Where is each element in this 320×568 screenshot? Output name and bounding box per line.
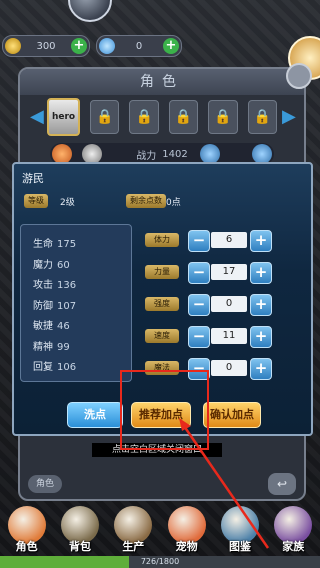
annotation-arrow-line — [182, 425, 270, 549]
annotation-arrow-head — [179, 418, 191, 431]
annotation-arrow — [179, 418, 270, 549]
